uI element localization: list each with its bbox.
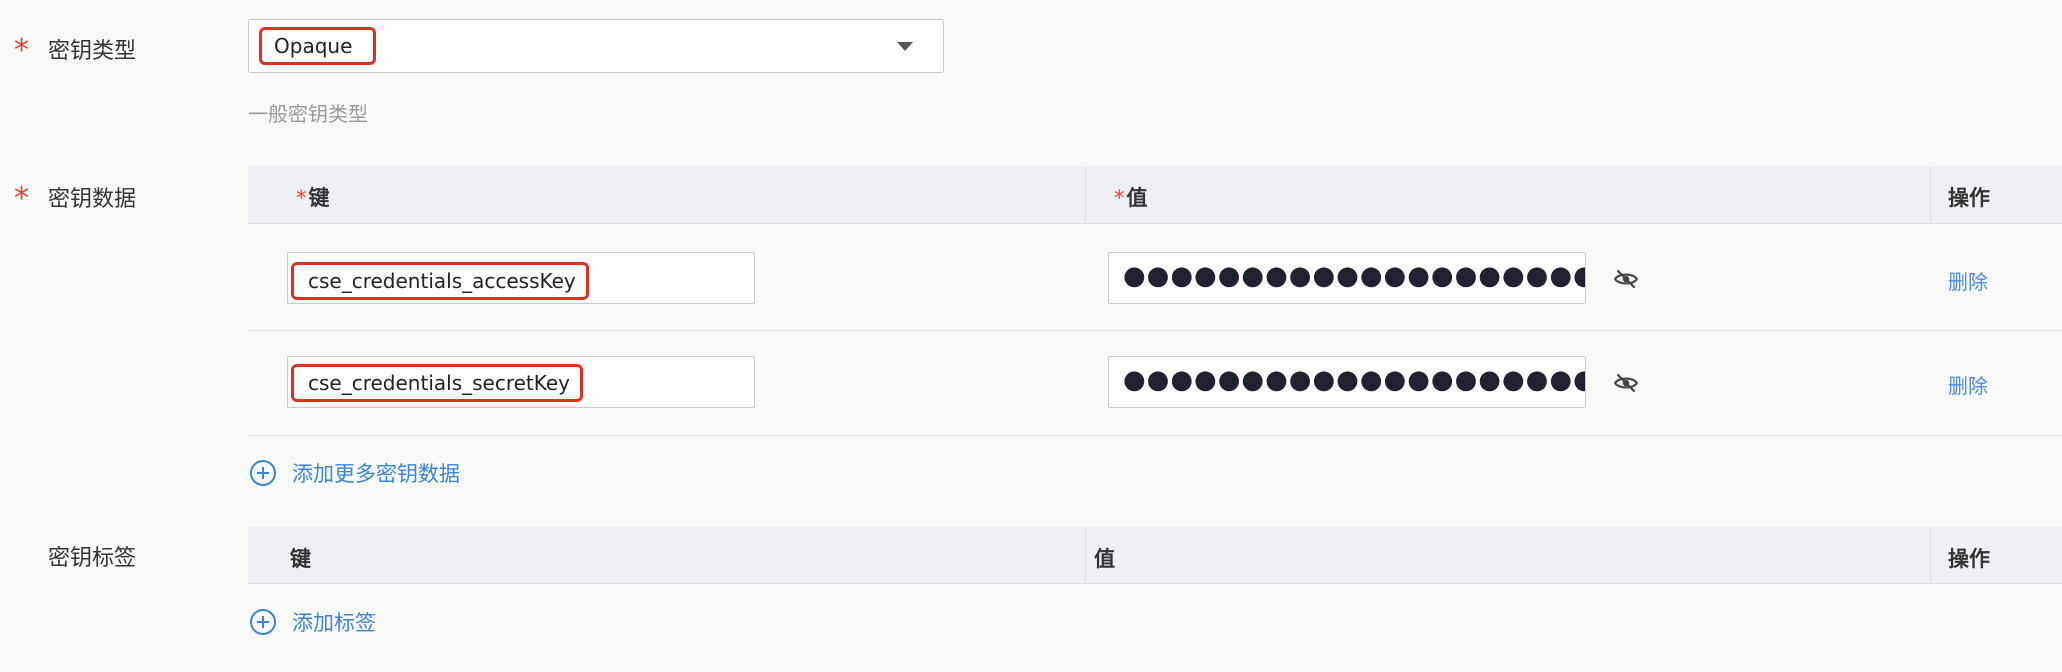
eye-off-icon[interactable] [1613,370,1639,396]
row-divider [248,435,2062,436]
secret-type-selected-value: Opaque [259,27,376,65]
secret-labels-table-header: 键 值 操作 [248,527,2062,584]
secret-labels-col-action: 操作 [1948,547,1990,571]
masked-value-row-1: ●●●●●●●●●●●●●●●●●●●● [1123,261,1586,291]
secret-type-label: 密钥类型 [48,39,137,64]
add-label-label: 添加标签 [292,611,376,635]
secret-data-required-mark: * [14,181,29,216]
delete-link-row-1[interactable]: 删除 [1948,266,1988,295]
secret-data-label: 密钥数据 [48,187,137,212]
plus-circle-icon [250,460,276,486]
secret-type-hint: 一般密钥类型 [248,102,368,126]
delete-link-row-2[interactable]: 删除 [1948,370,1988,399]
secret-data-col-key: *键 [296,182,330,212]
secret-labels-label: 密钥标签 [48,546,137,571]
row-divider [248,330,2062,331]
plus-circle-icon [250,609,276,635]
column-divider [1930,166,1931,223]
column-divider [1085,166,1086,223]
add-secret-data-button[interactable]: 添加更多密钥数据 [250,458,460,488]
key-value-row-1: cse_credentials_accessKey [291,262,589,300]
column-divider [1085,527,1086,583]
secret-data-col-action: 操作 [1948,186,1990,210]
secret-labels-col-key: 键 [290,547,311,571]
add-label-button[interactable]: 添加标签 [250,607,376,637]
secret-labels-col-value: 值 [1094,547,1115,571]
key-value-row-2: cse_credentials_secretKey [291,364,584,402]
value-input-row-2[interactable]: ●●●●●●●●●●●●●●●●●●●● [1108,356,1586,408]
col-key-label: 键 [308,186,330,210]
key-input-row-1[interactable]: cse_credentials_accessKey [287,252,755,304]
secret-data-col-value: *值 [1114,182,1148,212]
secret-type-select[interactable]: Opaque [248,19,944,73]
masked-value-row-2: ●●●●●●●●●●●●●●●●●●●● [1123,365,1586,395]
required-mark: * [296,186,307,210]
add-secret-data-label: 添加更多密钥数据 [292,462,460,486]
value-input-row-1[interactable]: ●●●●●●●●●●●●●●●●●●●● [1108,252,1586,304]
eye-off-icon[interactable] [1613,266,1639,292]
secret-type-required-mark: * [14,33,29,68]
col-value-label: 值 [1126,186,1148,210]
secret-data-table-header: *键 *值 操作 [248,166,2062,224]
required-mark: * [1114,186,1125,210]
column-divider [1930,527,1931,583]
key-input-row-2[interactable]: cse_credentials_secretKey [287,356,755,408]
chevron-down-icon [897,42,913,51]
